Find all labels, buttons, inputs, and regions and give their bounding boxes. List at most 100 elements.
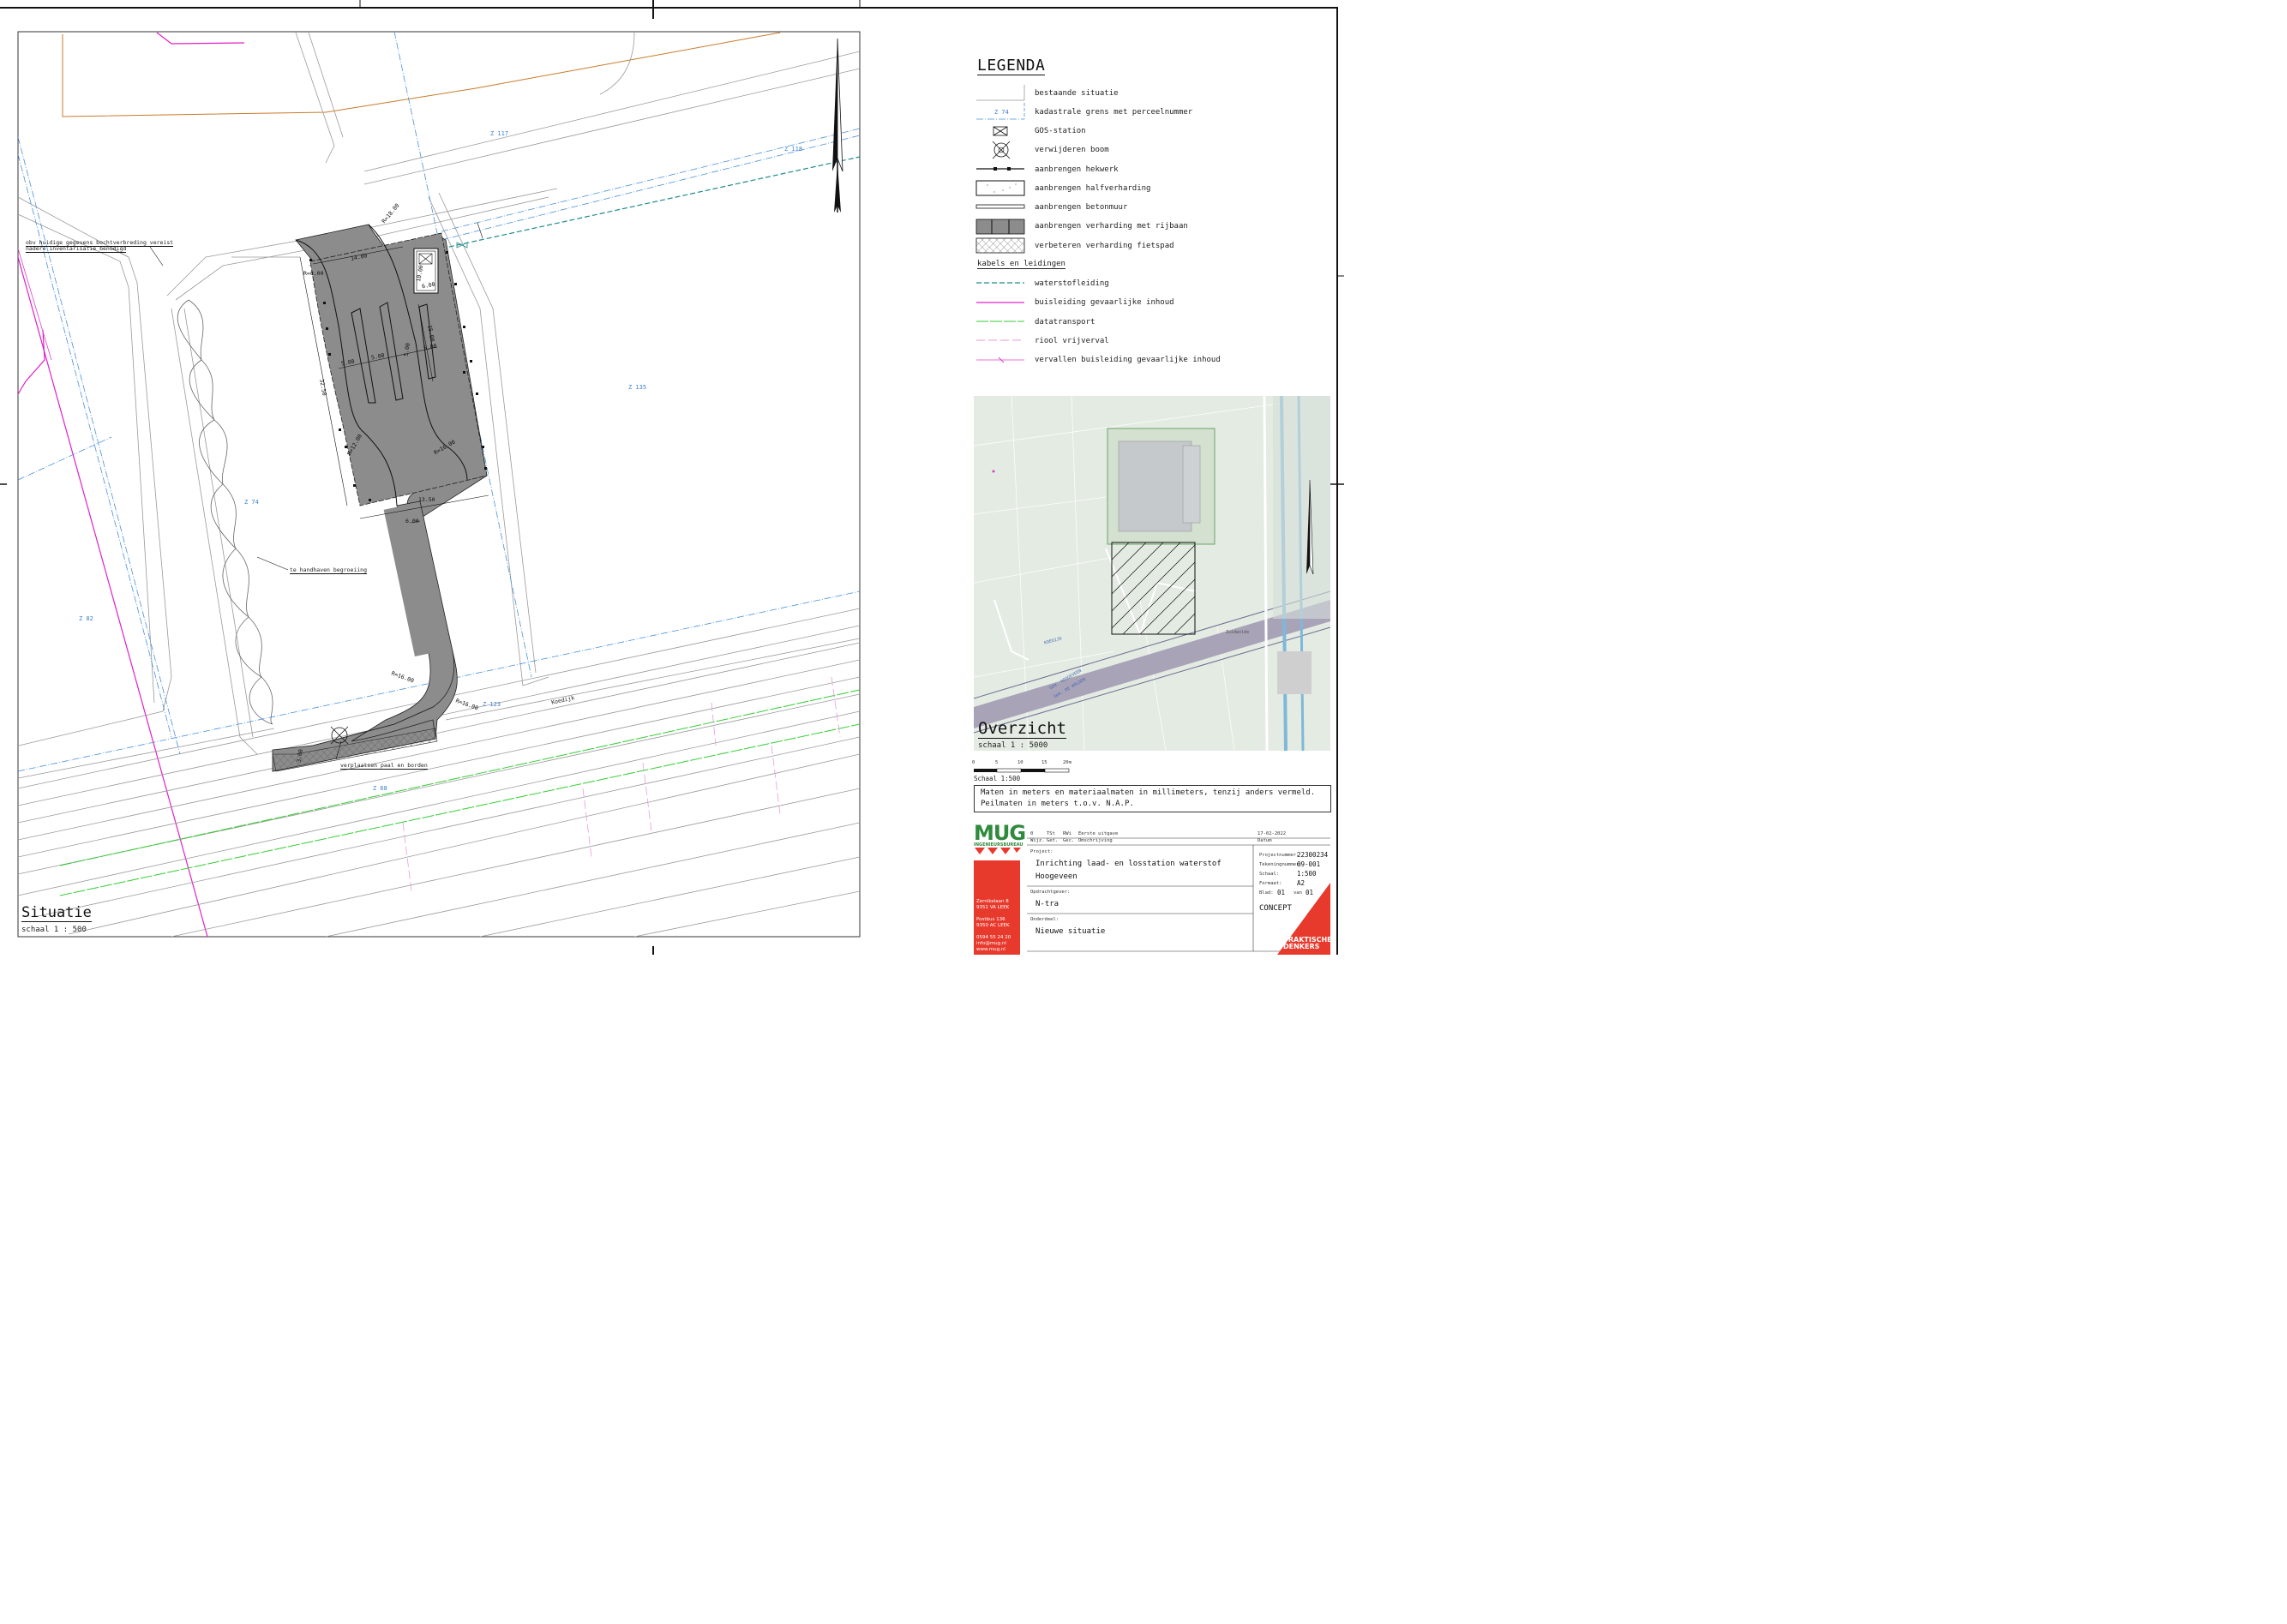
dimension-label: 6.00: [405, 518, 419, 524]
legend-item-label: kadastrale grens met perceelnummer: [1035, 108, 1193, 117]
revision-get: RWi: [1063, 831, 1071, 836]
note-line: Peilmaten in meters t.o.v. N.A.P.: [981, 800, 1134, 808]
legend-item: bestaande situatie: [975, 87, 1336, 102]
plan-scale: schaal 1 : 500: [21, 926, 87, 934]
legend-item-label: vervallen buisleiding gevaarlijke inhoud: [1035, 356, 1221, 364]
meta-label: Formaat:: [1259, 881, 1282, 886]
legend-item-label: aanbrengen betonmuur: [1035, 203, 1128, 212]
legend-item: verbeteren verharding fietspad: [975, 239, 1336, 255]
situatie-plan: [17, 31, 861, 938]
legend-item-label: aanbrengen halfverharding: [1035, 184, 1151, 193]
legend-item: riool vrijverval: [975, 334, 1336, 350]
revision-header: Omschrijving: [1078, 838, 1113, 843]
address-line: info@mug.nl: [976, 941, 1006, 946]
legend-item: verwijderen boom: [975, 143, 1336, 159]
general-notes: Maten in meters en materiaalmaten in mil…: [974, 785, 1331, 812]
scalebar-caption: Schaal 1:500: [974, 775, 1021, 782]
legend-item: aanbrengen verharding met rijbaan: [975, 219, 1336, 235]
address-line: 0594 55 24 20: [976, 935, 1011, 940]
parcel-label: Z 123: [483, 701, 501, 708]
legend-item-label: aanbrengen hekwerk: [1035, 165, 1119, 174]
client-name: N-tra: [1035, 900, 1059, 908]
client-label: Opdrachtgever:: [1030, 890, 1071, 895]
parcel-label: Z 68: [373, 785, 387, 792]
legend-item-label: aanbrengen verharding met rijbaan: [1035, 222, 1188, 231]
bend-note: nadere inventarisatie benodigd: [26, 245, 127, 253]
legend-title: LEGENDA: [977, 57, 1046, 75]
legend-item: GOS-station: [975, 124, 1336, 140]
relocate-note: verplaatsen paal en borden: [340, 762, 428, 770]
part-label: Onderdeel:: [1030, 917, 1059, 922]
project-name: Inrichting laad- en losstation waterstof: [1035, 860, 1222, 868]
praktische-denkers-text: PRAKTISCHE DENKERS: [1283, 937, 1332, 950]
legend-item: waterstofleiding: [975, 277, 1336, 292]
revision-header: Wijz.: [1030, 838, 1045, 843]
revision-header: Datum: [1258, 838, 1272, 843]
parcel-label: Z 118: [784, 146, 803, 153]
address-line: Postbus 136: [976, 917, 1005, 922]
address-panel: Zernikelaan 8 9351 VA LEEK Postbus 136 9…: [974, 860, 1020, 955]
scalebar-tick: 20m: [1063, 760, 1071, 765]
revision-nr: 0: [1030, 831, 1034, 836]
scalebar-tick: 5: [995, 760, 999, 765]
overview-map: [974, 396, 1330, 751]
scale-bar: [974, 768, 1070, 773]
scalebar-tick: 15: [1041, 760, 1047, 765]
revision-header: Get.: [1047, 838, 1059, 843]
project-label: Project:: [1030, 849, 1053, 854]
meta-value: 22300234: [1297, 851, 1329, 859]
meta-label: Projectnummer:: [1259, 853, 1300, 858]
address-line: 9350 AC LEEK: [976, 923, 1010, 928]
mug-logo: MUG INGENIEURSBUREAU: [974, 821, 1026, 855]
revision-wijz: TSt: [1047, 831, 1055, 836]
meta-value: 09-001: [1297, 860, 1321, 868]
legend-item-label: riool vrijverval: [1035, 337, 1109, 345]
meta-label: Schaal:: [1259, 872, 1280, 877]
legend-item-label: GOS-station: [1035, 127, 1086, 135]
parcel-label: Z 117: [490, 130, 509, 137]
legend-item-label: bestaande situatie: [1035, 89, 1119, 98]
mug-logo-sub: INGENIEURSBUREAU: [974, 842, 1023, 848]
project-place: Hoogeveen: [1035, 872, 1077, 881]
meta-label: Tekeningnummer:: [1259, 862, 1302, 867]
sheet-of-label: van: [1294, 890, 1302, 896]
parcel-label: Z 135: [628, 384, 647, 391]
status-badge: CONCEPT: [1259, 904, 1292, 913]
legend-item: vervallen buisleiding gevaarlijke inhoud: [975, 353, 1336, 369]
legend-item: kadastrale grens met perceelnummer: [975, 105, 1336, 121]
legend-item-label: waterstofleiding: [1035, 279, 1109, 288]
legend-item: datatransport: [975, 315, 1336, 331]
legend-item-label: buisleiding gevaarlijke inhoud: [1035, 298, 1174, 307]
note-line: Maten in meters en materiaalmaten in mil…: [981, 788, 1316, 797]
legend-item-label: verbeteren verharding fietspad: [1035, 242, 1174, 250]
plan-title: Situatie: [21, 904, 92, 922]
parcel-label: Z 82: [79, 615, 93, 622]
parcel-label: Z 74: [244, 499, 259, 506]
scalebar-tick: 0: [972, 760, 975, 765]
address-line: 9351 VA LEEK: [976, 905, 1010, 910]
address-line: Zernikelaan 8: [976, 899, 1009, 904]
overview-scale: schaal 1 : 5000: [978, 741, 1048, 750]
legend-item-label: datatransport: [1035, 318, 1095, 327]
scalebar-tick: 10: [1017, 760, 1023, 765]
mug-logo-word: MUG: [974, 821, 1026, 845]
part-name: Nieuwe situatie: [1035, 927, 1106, 936]
revision-header: Gec.: [1063, 838, 1075, 843]
address-line: www.mug.nl: [976, 947, 1005, 952]
revision-date: 17-02-2022: [1258, 831, 1287, 836]
legend-item: aanbrengen betonmuur: [975, 201, 1336, 216]
sheet-number: 01: [1277, 889, 1286, 896]
dimension-label: 13.50: [418, 496, 435, 503]
sheet-label: Blad:: [1259, 890, 1274, 896]
meta-value: 1:500: [1297, 870, 1317, 878]
title-block: MUG INGENIEURSBUREAU Zernikelaan 8 9351 …: [974, 821, 1330, 955]
overview-title: Overzicht: [978, 719, 1066, 739]
overview-label: Zuidwolde: [1226, 630, 1250, 635]
sheet-total: 01: [1306, 889, 1314, 896]
legend-item: buisleiding gevaarlijke inhoud: [975, 296, 1336, 311]
vegetation-note: te handhaven begroeiing: [290, 566, 368, 574]
legend-subheading: kabels en leidingen: [977, 260, 1065, 269]
dimension-label: R=8.00: [303, 270, 324, 277]
revision-description: Eerste uitgave: [1078, 831, 1119, 836]
pd-line: DENKERS: [1283, 943, 1320, 950]
